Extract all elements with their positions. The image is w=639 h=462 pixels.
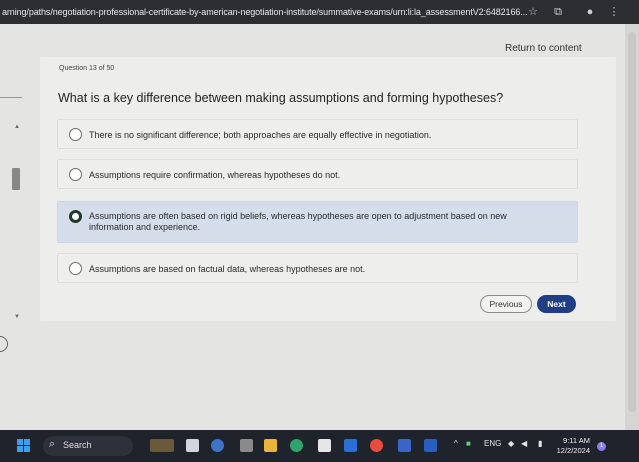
tray-app-icon[interactable]: ■ — [466, 439, 471, 448]
date: 12/2/2024 — [556, 446, 590, 455]
language-indicator[interactable]: ENG — [484, 439, 501, 448]
chrome-icon[interactable] — [370, 439, 383, 452]
widgets-icon[interactable] — [150, 439, 174, 452]
question-card: Question 13 of 50 What is a key differen… — [40, 57, 616, 321]
outlook-icon[interactable] — [344, 439, 357, 452]
wifi-icon[interactable]: ◆ — [508, 439, 514, 448]
answer-option-1[interactable]: There is no significant difference; both… — [57, 119, 578, 149]
scroll-up-icon[interactable]: ▲ — [14, 124, 20, 130]
question-text: What is a key difference between making … — [58, 91, 504, 105]
time: 9:11 AM — [563, 436, 590, 445]
teams-icon[interactable] — [211, 439, 224, 452]
menu-kebab-icon[interactable]: ⋮ — [608, 6, 620, 18]
sidebar-scroll-thumb[interactable] — [12, 168, 20, 190]
store-icon[interactable] — [318, 439, 331, 452]
edge-icon[interactable] — [290, 439, 303, 452]
url-text[interactable]: arning/paths/negotiation-professional-ce… — [2, 0, 528, 24]
page-scrollbar[interactable] — [625, 24, 639, 430]
scroll-down-icon[interactable]: ▼ — [14, 314, 20, 320]
volume-icon[interactable]: ◀ — [521, 439, 527, 448]
word-icon[interactable] — [424, 439, 437, 452]
windows-start-icon[interactable] — [17, 439, 31, 453]
browser-address-bar[interactable]: arning/paths/negotiation-professional-ce… — [0, 0, 639, 24]
battery-icon[interactable]: ▮ — [538, 439, 542, 448]
extensions-icon[interactable]: ⧉ — [552, 6, 564, 18]
radio-button[interactable] — [69, 168, 82, 181]
app-icon[interactable] — [240, 439, 253, 452]
radio-button[interactable] — [69, 128, 82, 141]
notification-badge[interactable]: 1 — [597, 442, 606, 451]
option-text: Assumptions are often based on rigid bel… — [89, 211, 507, 232]
search-label: Search — [63, 440, 92, 450]
option-text: There is no significant difference; both… — [89, 130, 432, 140]
answer-option-2[interactable]: Assumptions require confirmation, wherea… — [57, 159, 578, 189]
windows-taskbar: ⌕ Search ^ ■ ENG ◆ ◀ ▮ 9:11 AM 12/2/2024… — [0, 430, 639, 462]
option-text: Assumptions are based on factual data, w… — [89, 264, 366, 274]
return-to-content-link[interactable]: Return to content — [505, 43, 582, 54]
answer-option-3[interactable]: Assumptions are often based on rigid bel… — [57, 201, 578, 243]
question-number: Question 13 of 50 — [59, 65, 115, 72]
system-clock[interactable]: 9:11 AM 12/2/2024 — [556, 436, 590, 456]
radio-button-selected[interactable] — [69, 210, 82, 223]
answer-option-4[interactable]: Assumptions are based on factual data, w… — [57, 253, 578, 283]
radio-button[interactable] — [69, 262, 82, 275]
search-icon: ⌕ — [49, 438, 56, 450]
option-text: Assumptions require confirmation, wherea… — [89, 170, 341, 180]
scrollbar-thumb[interactable] — [628, 32, 636, 412]
previous-button[interactable]: Previous — [480, 295, 532, 313]
chevron-up-icon[interactable]: ^ — [454, 439, 458, 448]
app-icon-2[interactable] — [398, 439, 411, 452]
taskbar-search[interactable]: ⌕ Search — [43, 436, 133, 456]
divider — [0, 97, 22, 98]
next-button[interactable]: Next — [537, 295, 576, 313]
bookmark-star-icon[interactable]: ☆ — [527, 6, 539, 18]
file-explorer-icon[interactable] — [264, 439, 277, 452]
task-view-icon[interactable] — [186, 439, 199, 452]
profile-icon[interactable]: ● — [584, 6, 596, 18]
